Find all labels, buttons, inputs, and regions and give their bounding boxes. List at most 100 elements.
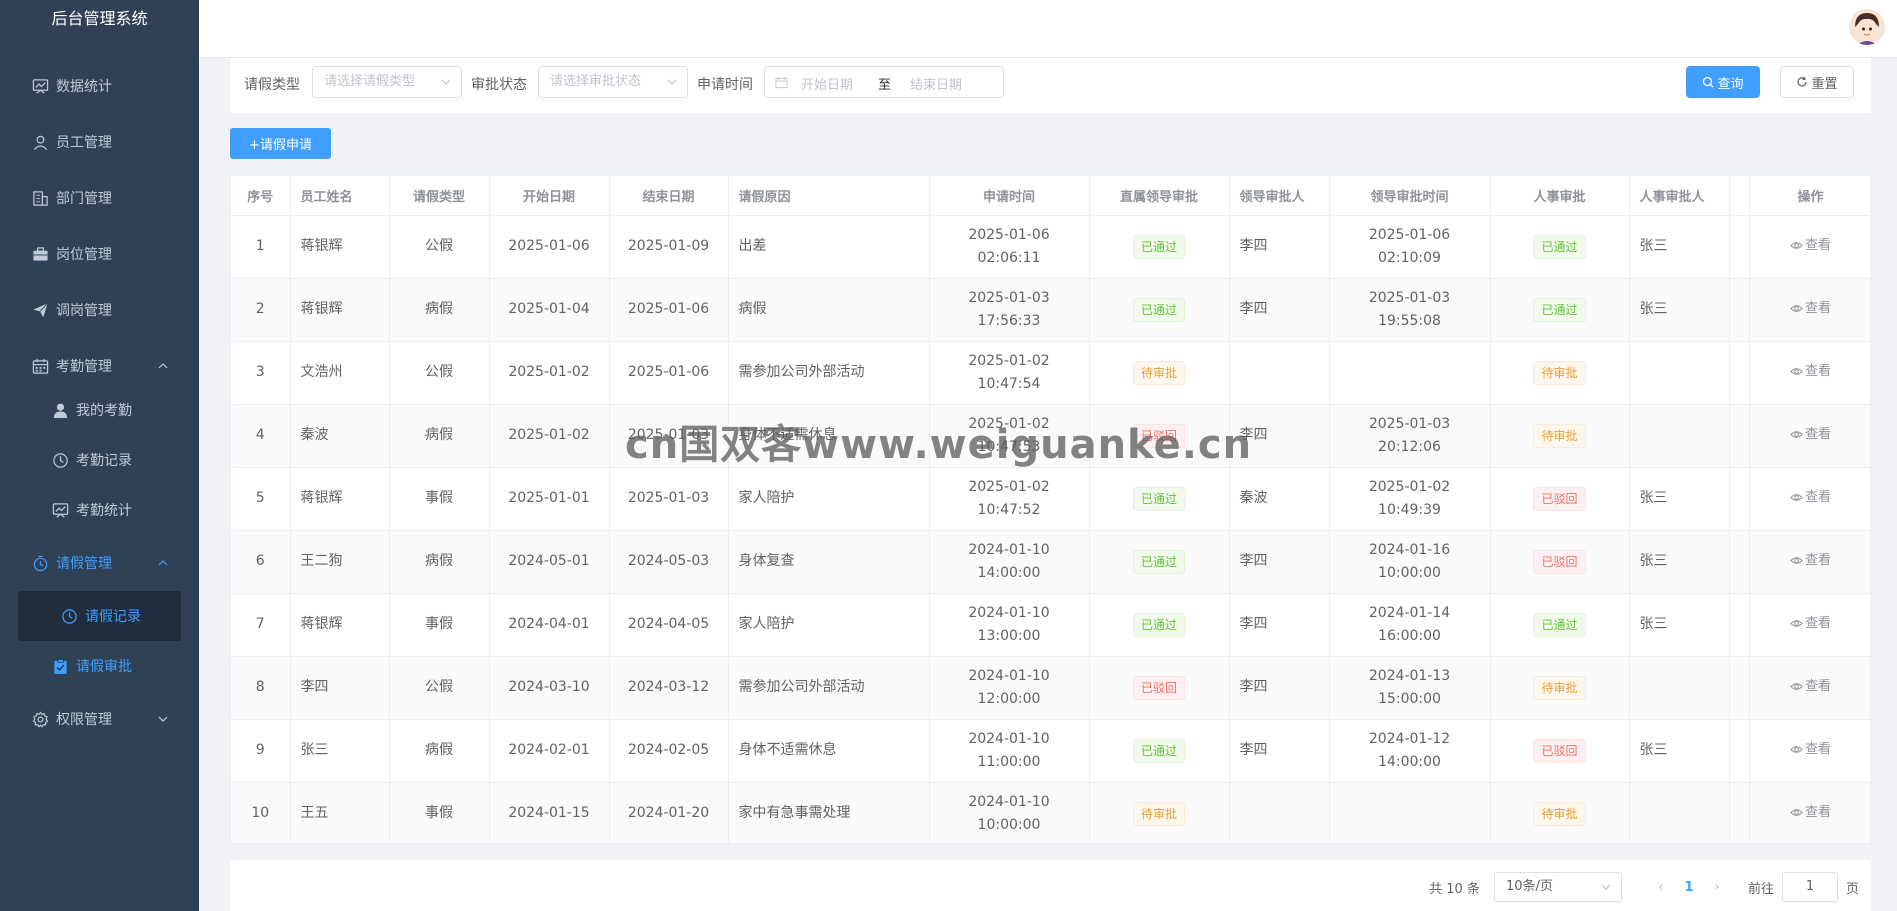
view-button[interactable]: 查看 bbox=[1790, 738, 1831, 761]
add-leave-button[interactable]: +请假申请 bbox=[230, 128, 331, 159]
avatar[interactable] bbox=[1849, 9, 1885, 45]
sidebar-item-3[interactable]: 岗位管理 bbox=[0, 226, 199, 282]
view-button[interactable]: 查看 bbox=[1790, 423, 1831, 446]
apply-time: 02:06:11 bbox=[977, 249, 1041, 266]
briefcase-icon bbox=[30, 244, 50, 264]
chevron-up-icon bbox=[158, 363, 168, 369]
leader-approve-time: 10:00:00 bbox=[1378, 564, 1441, 581]
goto-page-input[interactable]: 1 bbox=[1781, 872, 1838, 902]
reset-button[interactable]: 重置 bbox=[1780, 66, 1854, 98]
leave-type-placeholder: 请选择请假类型 bbox=[324, 74, 416, 89]
eye-icon bbox=[1790, 745, 1803, 753]
query-button[interactable]: 查询 bbox=[1686, 66, 1760, 98]
employee-name: 蒋银辉 bbox=[300, 238, 343, 254]
apply-date: 2024-01-10 bbox=[968, 730, 1050, 747]
sidebar-item-8[interactable]: 考勤统计 bbox=[0, 485, 199, 535]
end-date: 2024-02-05 bbox=[627, 742, 710, 758]
leader-approve-date: 2025-01-03 bbox=[1368, 415, 1451, 432]
send-icon bbox=[30, 300, 50, 320]
sidebar-item-4[interactable]: 调岗管理 bbox=[0, 282, 199, 338]
apply-time: 10:47:52 bbox=[977, 501, 1041, 518]
leave-type: 公假 bbox=[425, 238, 453, 254]
sidebar-item-0[interactable]: 数据统计 bbox=[0, 58, 199, 114]
eye-icon bbox=[1790, 682, 1803, 690]
sidebar-item-label: 请假审批 bbox=[76, 659, 132, 675]
page-size-select[interactable]: 10条/页 bbox=[1493, 872, 1622, 902]
next-page-button[interactable]: › bbox=[1704, 880, 1730, 895]
chevron-down-icon bbox=[667, 79, 677, 85]
table-row: 9 张三 病假 2024-02-01 2024-02-05 身体不适需休息 2024-01-… bbox=[231, 719, 1870, 783]
employee-name: 李四 bbox=[300, 679, 329, 695]
sidebar-item-label: 调岗管理 bbox=[56, 303, 112, 319]
column-header: 开始日期 bbox=[489, 176, 610, 216]
table-row: 8 李四 公假 2024-03-10 2024-03-12 需参加公司外部活动 2024-0… bbox=[231, 656, 1870, 720]
sidebar-item-1[interactable]: 员工管理 bbox=[0, 114, 199, 170]
table-row: 7 蒋银辉 事假 2024-04-01 2024-04-05 家人陪护 2024-01-10… bbox=[231, 593, 1870, 657]
sidebar-item-label: 考勤统计 bbox=[76, 503, 132, 519]
view-button[interactable]: 查看 bbox=[1790, 675, 1831, 698]
hr-status-badge: 已驳回 bbox=[1533, 738, 1586, 763]
apply-date: 2025-01-06 bbox=[968, 226, 1050, 243]
sidebar-item-label: 考勤记录 bbox=[76, 453, 132, 469]
prev-page-button[interactable]: ‹ bbox=[1648, 880, 1674, 895]
end-date: 2024-03-12 bbox=[627, 679, 710, 695]
clipboard-icon bbox=[50, 656, 70, 676]
column-header: 领导审批人 bbox=[1229, 176, 1330, 216]
leave-reason: 家人陪护 bbox=[738, 490, 795, 506]
chart-icon bbox=[30, 76, 50, 96]
view-button[interactable]: 查看 bbox=[1790, 549, 1831, 572]
hr-status-badge: 已通过 bbox=[1533, 612, 1586, 637]
column-header: 请假类型 bbox=[389, 176, 490, 216]
sidebar-item-10[interactable]: 请假记录 bbox=[18, 591, 181, 641]
search-icon bbox=[1703, 76, 1714, 88]
range-separator: 至 bbox=[878, 78, 892, 93]
view-button[interactable]: 查看 bbox=[1790, 297, 1831, 320]
sidebar-item-9[interactable]: 请假管理 bbox=[0, 535, 199, 591]
start-date-placeholder[interactable]: 开始日期 bbox=[801, 74, 853, 93]
view-button[interactable]: 查看 bbox=[1790, 234, 1831, 257]
leader-status-badge: 已驳回 bbox=[1132, 675, 1185, 700]
leave-table: 序号 员工姓名 请假类型 开始日期 结束日期 请假原因 申请时间 直属领导审批 领导审批人 领导审… bbox=[230, 175, 1871, 844]
leave-type-select[interactable]: 请选择请假类型 bbox=[312, 66, 462, 98]
page-size-value: 10条/页 bbox=[1505, 879, 1553, 894]
apply-date-range[interactable]: 开始日期 至 结束日期 bbox=[764, 66, 1004, 98]
sidebar-item-2[interactable]: 部门管理 bbox=[0, 170, 199, 226]
user-icon bbox=[30, 132, 50, 152]
start-date: 2025-01-02 bbox=[508, 427, 590, 443]
sidebar-item-12[interactable]: 权限管理 bbox=[0, 691, 199, 747]
leader-approve-date: 2024-01-16 bbox=[1368, 541, 1451, 558]
leave-reason: 需参加公司外部活动 bbox=[738, 364, 865, 380]
sidebar-item-11[interactable]: 请假审批 bbox=[0, 641, 199, 691]
leave-type: 病假 bbox=[425, 742, 453, 758]
view-label: 查看 bbox=[1804, 237, 1831, 253]
table-row: 10 王五 事假 2024-01-15 2024-01-20 家中有急事需处理 2024-0… bbox=[231, 782, 1870, 843]
table-row: 2 蒋银辉 病假 2025-01-04 2025-01-06 病假 2025-01-03 17… bbox=[231, 278, 1870, 342]
current-page[interactable]: 1 bbox=[1674, 880, 1704, 895]
column-header: 序号 bbox=[231, 176, 291, 216]
view-button[interactable]: 查看 bbox=[1790, 486, 1831, 509]
end-date-placeholder[interactable]: 结束日期 bbox=[910, 74, 962, 93]
leader-approve-date: 2025-01-03 bbox=[1368, 289, 1451, 306]
hr-approver: 张三 bbox=[1639, 742, 1668, 758]
leader-approver: 李四 bbox=[1239, 553, 1268, 569]
eye-icon bbox=[1790, 430, 1803, 438]
column-header: 申请时间 bbox=[929, 176, 1090, 216]
table-row: 1 蒋银辉 公假 2025-01-06 2025-01-09 出差 2025-01-06 02… bbox=[231, 215, 1870, 279]
view-button[interactable]: 查看 bbox=[1790, 360, 1831, 383]
sidebar-item-7[interactable]: 考勤记录 bbox=[0, 435, 199, 485]
main-content: 请假类型 请选择请假类型 审批状态 请选择审批状态 申请时间 开始日期 至 结束… bbox=[199, 58, 1897, 911]
calendar-icon bbox=[775, 76, 788, 89]
view-label: 查看 bbox=[1804, 615, 1831, 631]
pagination: 共 10 条 10条/页 ‹ 1 › 前往 1 页 bbox=[1429, 872, 1859, 902]
row-number: 10 bbox=[251, 805, 270, 821]
view-button[interactable]: 查看 bbox=[1790, 801, 1831, 824]
gear-icon bbox=[30, 709, 50, 729]
leave-type: 事假 bbox=[425, 490, 453, 506]
hr-approver: 张三 bbox=[1639, 616, 1668, 632]
hr-approver: 张三 bbox=[1639, 238, 1668, 254]
view-button[interactable]: 查看 bbox=[1790, 612, 1831, 635]
approval-status-select[interactable]: 请选择审批状态 bbox=[538, 66, 688, 98]
leave-reason: 身体复查 bbox=[738, 553, 795, 569]
sidebar-item-6[interactable]: 我的考勤 bbox=[0, 385, 199, 435]
end-date: 2024-05-03 bbox=[627, 553, 710, 569]
